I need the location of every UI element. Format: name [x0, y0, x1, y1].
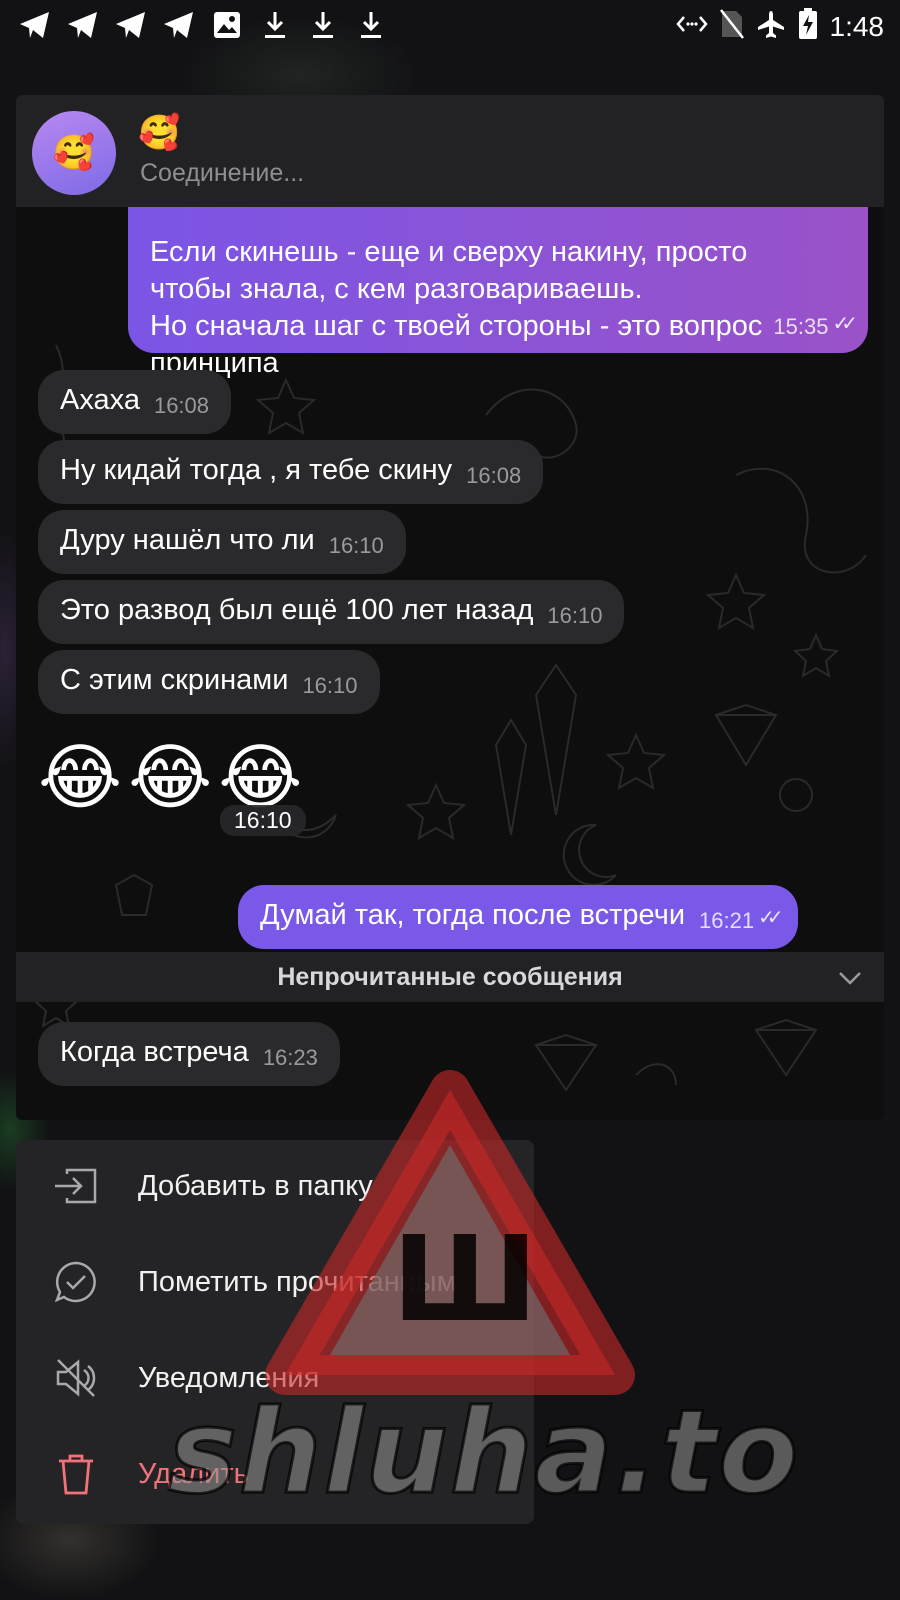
connection-status: Соединение...: [140, 159, 305, 187]
message-text: С этим скринами: [60, 664, 289, 696]
message-time: 16:10: [302, 673, 358, 698]
telegram-notification-icon: [18, 8, 52, 42]
message-bubble-incoming[interactable]: Когда встреча 16:23: [38, 1022, 340, 1086]
message-time: 16:10: [547, 603, 603, 628]
menu-item-label: Удалить: [138, 1457, 249, 1490]
telegram-notification-icon: [162, 8, 196, 42]
message-time: 16:21: [699, 908, 755, 933]
mute-icon: [52, 1354, 100, 1402]
avatar[interactable]: 🥰: [32, 111, 116, 195]
message-time: 16:23: [262, 1045, 318, 1070]
menu-item-notifications[interactable]: Уведомления: [16, 1332, 534, 1424]
double-check-icon: ✓✓: [832, 313, 857, 335]
chat-context-menu: Добавить в папку Пометить прочитанным Ув…: [16, 1140, 534, 1524]
status-bar: 1:48: [0, 0, 900, 50]
menu-item-label: Добавить в папку: [138, 1169, 373, 1202]
message-text: Думай так, тогда после встречи: [260, 899, 686, 931]
download-icon: [258, 8, 292, 42]
telegram-notification-icon: [66, 8, 100, 42]
message-time: 16:10: [328, 533, 384, 558]
message-time: 16:08: [466, 463, 522, 488]
download-icon: [354, 8, 388, 42]
message-bubble-outgoing[interactable]: Если скинешь - еще и сверху накину, прос…: [128, 185, 868, 379]
message-time: 15:35: [773, 314, 829, 339]
menu-item-mark-read[interactable]: Пометить прочитанным: [16, 1236, 534, 1328]
message-bubble-incoming[interactable]: С этим скринами 16:10: [38, 650, 380, 714]
chat-header[interactable]: 🥰 🥰 Соединение...: [16, 95, 884, 207]
message-bubble-incoming[interactable]: Ну кидай тогда , я тебе скину 16:08: [38, 440, 544, 504]
airplane-mode-icon: [756, 9, 786, 44]
clock: 1:48: [829, 10, 885, 42]
message-time: 16:08: [153, 393, 210, 418]
unread-label: Непрочитанные сообщения: [277, 962, 623, 991]
message-bubble-incoming[interactable]: Дуру нашёл что ли 16:10: [38, 510, 406, 574]
data-saver-icon: [675, 14, 708, 39]
message-text: Дуру нашёл что ли: [60, 524, 315, 556]
menu-item-label: Пометить прочитанным: [138, 1265, 457, 1298]
no-sim-icon: [719, 9, 744, 44]
message-text: Ахаха: [60, 384, 140, 416]
message-text: Когда встреча: [60, 1036, 249, 1068]
menu-item-add-to-folder[interactable]: Добавить в папку: [16, 1140, 534, 1232]
message-text: Ну кидай тогда , я тебе скину: [60, 454, 453, 486]
download-icon: [306, 8, 340, 42]
message-time: 16:10: [220, 805, 306, 836]
message-bubble-incoming[interactable]: Это развод был ещё 100 лет назад 16:10: [38, 580, 625, 644]
message-bubble-incoming[interactable]: Ахаха 16:08: [38, 370, 232, 434]
menu-item-delete[interactable]: Удалить: [16, 1428, 534, 1520]
chat-preview[interactable]: 🥰 🥰 Соединение... Если скинешь - еще и с…: [16, 95, 884, 1120]
chevron-down-icon[interactable]: [838, 966, 862, 995]
message-text: Это развод был ещё 100 лет назад: [60, 594, 534, 626]
battery-charging-icon: [798, 8, 818, 45]
double-check-icon: ✓✓: [758, 907, 783, 929]
folder-add-icon: [52, 1162, 100, 1210]
unread-messages-divider: Непрочитанные сообщения: [16, 952, 884, 1002]
message-bubble-outgoing[interactable]: Думай так, тогда после встречи 16:21 ✓✓: [238, 885, 798, 949]
image-notification-icon: [210, 8, 244, 42]
chat-check-icon: [52, 1258, 100, 1306]
menu-item-label: Уведомления: [138, 1361, 320, 1394]
trash-icon: [52, 1450, 100, 1498]
telegram-notification-icon: [114, 8, 148, 42]
chat-title: 🥰: [138, 114, 181, 152]
